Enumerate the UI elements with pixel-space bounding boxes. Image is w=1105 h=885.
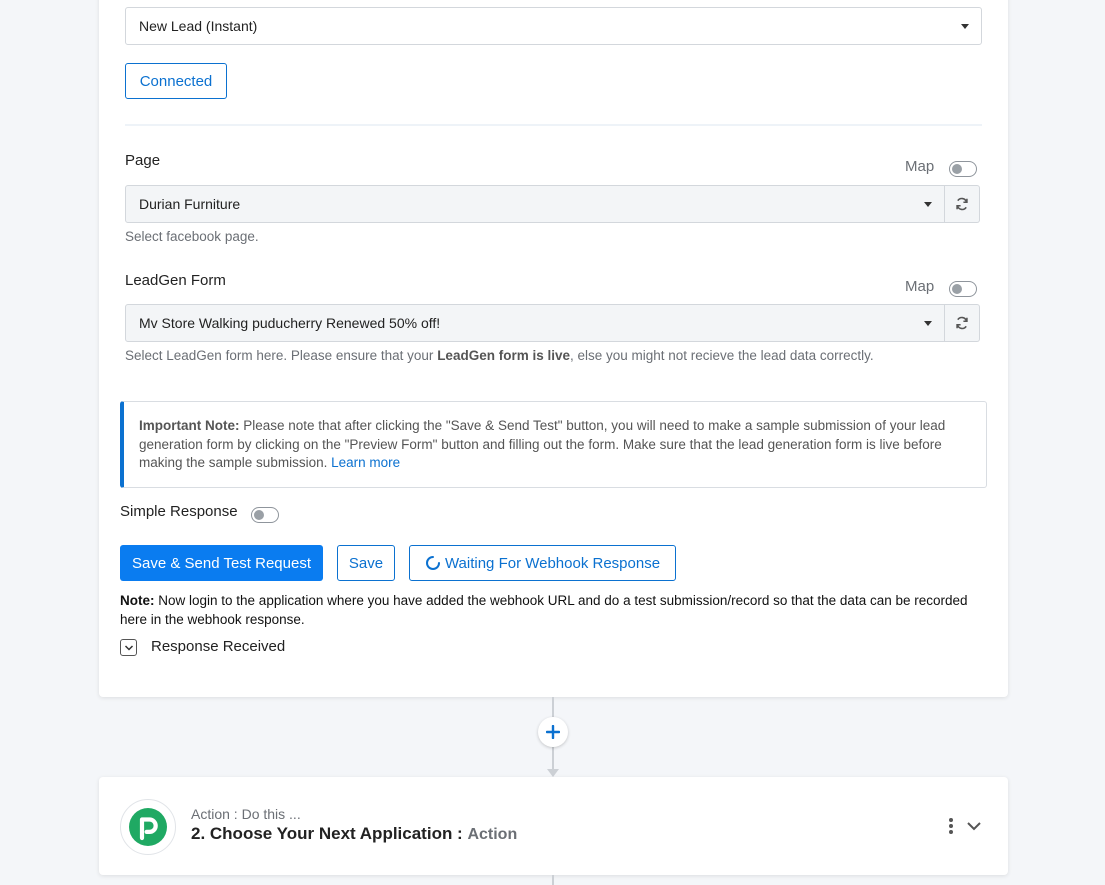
connected-label: Connected [139,72,213,90]
response-received-label: Response Received [151,638,286,655]
next-step-title-text: 2. Choose Your Next Application : [191,824,468,843]
section-divider [125,124,982,126]
app-logo-icon [120,799,176,855]
next-step-title-muted: Action [467,826,518,843]
webhook-note: Note: Now login to the application where… [120,592,990,629]
expand-step-button[interactable] [965,818,983,834]
leadgen-field-label: LeadGen Form [125,272,226,289]
leadgen-help-suffix: , else you might not recieve the lead da… [569,348,874,363]
leadgen-refresh-button[interactable] [945,304,980,342]
page-select[interactable]: Durian Furniture [125,185,945,223]
page-refresh-button[interactable] [945,185,980,223]
save-label: Save [348,554,384,572]
page-field-label: Page [125,152,161,169]
leadgen-select-value: Mv Store Walking puducherry Renewed 50% … [139,315,441,331]
important-note-title: Important Note: [139,418,240,433]
plus-icon [546,725,560,739]
chevron-down-icon [967,822,981,831]
webhook-note-text: Now login to the application where you h… [120,593,968,627]
leadgen-form-select[interactable]: Mv Store Walking puducherry Renewed 50% … [125,304,945,342]
leadgen-help-prefix: Select LeadGen form here. Please ensure … [125,348,438,363]
spinner-icon [425,556,440,570]
kebab-menu-icon [949,818,953,834]
leadgen-help-bold: LeadGen form is live [437,348,570,363]
refresh-icon [956,316,968,330]
trigger-event-value: New Lead (Instant) [139,18,258,34]
save-send-test-label: Save & Send Test Request [131,554,311,572]
pabbly-logo-icon [129,808,167,846]
page-map-toggle[interactable] [949,161,977,177]
next-step-title: 2. Choose Your Next Application : Action [191,824,517,844]
webhook-note-title: Note: [120,593,155,608]
simple-response-toggle[interactable] [251,507,279,523]
waiting-webhook-button[interactable]: Waiting For Webhook Response [409,545,676,581]
add-step-button[interactable] [538,717,568,747]
connector-line-bottom-2 [552,875,554,885]
next-step-subtitle: Action : Do this ... [191,806,301,822]
toggle-knob [952,164,962,174]
caret-down-icon [961,24,969,29]
waiting-label: Waiting For Webhook Response [444,554,661,572]
connector-line-bottom [552,747,554,771]
trigger-event-select[interactable]: New Lead (Instant) [125,7,982,45]
caret-down-icon [924,202,932,207]
caret-down-icon [924,321,932,326]
more-options-button[interactable] [945,816,957,836]
connected-button[interactable]: Connected [125,63,227,99]
leadgen-help-text: Select LeadGen form here. Please ensure … [125,348,874,363]
refresh-icon [956,197,968,211]
response-received-toggle[interactable] [120,639,137,656]
simple-response-label: Simple Response [120,503,238,520]
important-note-box: Important Note: Please note that after c… [120,401,987,488]
save-send-test-button[interactable]: Save & Send Test Request [120,545,323,581]
important-note-text: Please note that after clicking the "Sav… [139,418,946,470]
arrow-down-icon [547,769,559,777]
save-button[interactable]: Save [337,545,395,581]
connector-line-top [552,697,554,717]
page-map-label: Map [905,158,935,175]
toggle-knob [254,510,264,520]
toggle-knob [952,284,962,294]
page-help-text: Select facebook page. [125,229,259,244]
learn-more-link[interactable]: Learn more [331,455,400,470]
page-select-value: Durian Furniture [139,196,241,212]
chevron-down-icon [124,644,133,651]
leadgen-map-label: Map [905,278,935,295]
leadgen-map-toggle[interactable] [949,281,977,297]
